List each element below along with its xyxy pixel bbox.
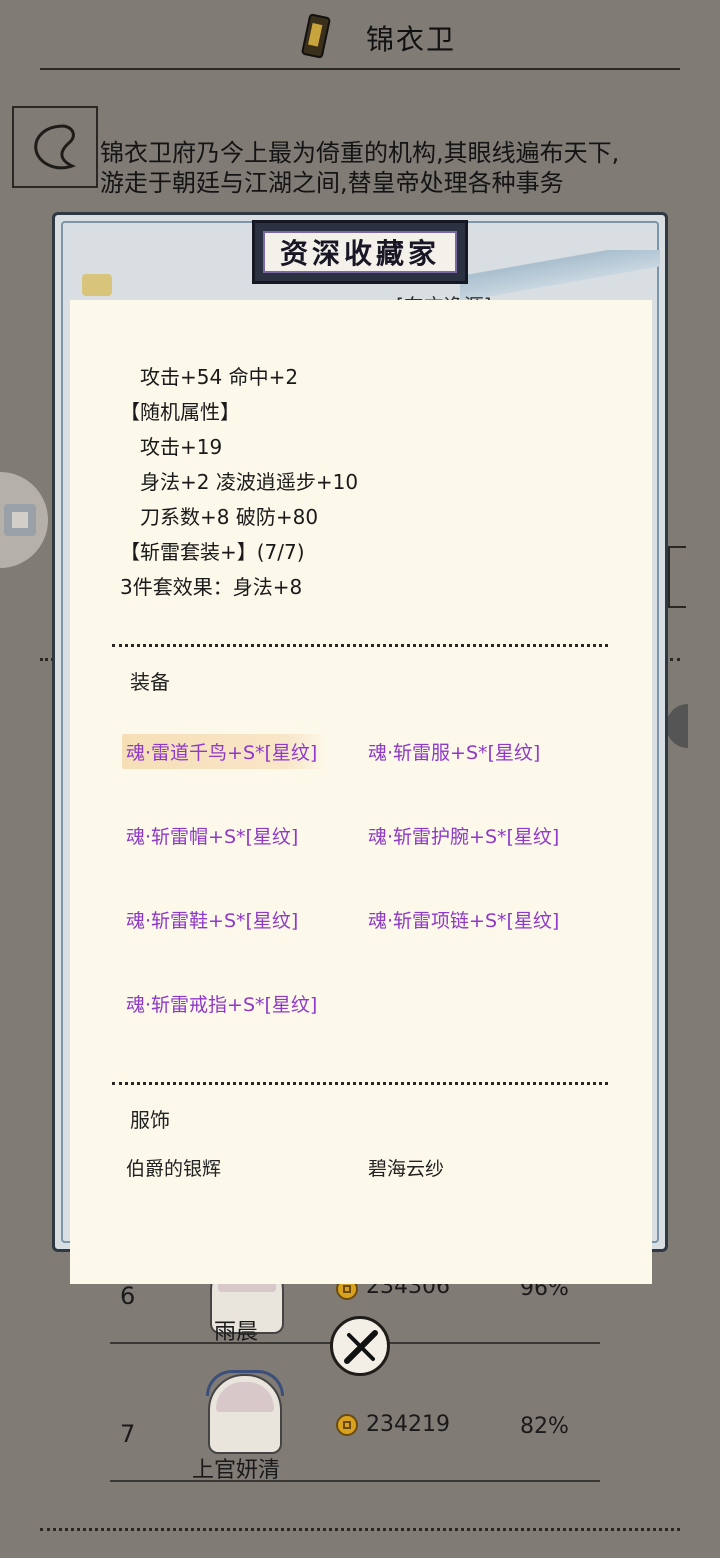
dotted-divider (112, 1082, 608, 1085)
back-button[interactable] (12, 106, 98, 188)
equipment-item[interactable]: 魂·斩雷项链+S*[星纹] (368, 906, 559, 933)
ornament-icon (82, 274, 112, 296)
equipment-item[interactable]: 魂·斩雷护腕+S*[星纹] (368, 822, 559, 849)
dotted-divider (112, 644, 608, 647)
close-icon (344, 1330, 378, 1364)
close-button[interactable] (330, 1316, 390, 1376)
page-title: 锦衣卫 (366, 23, 457, 56)
costume-label: 服饰 (130, 1108, 170, 1132)
equipment-item[interactable]: 魂·雷道千鸟+S*[星纹] (122, 734, 328, 769)
row-divider (110, 1480, 600, 1482)
right-edge-button[interactable] (666, 704, 688, 748)
badge-icon (4, 504, 36, 536)
bottom-dotted-divider (40, 1528, 680, 1531)
ranking-row[interactable]: 7 上官妍清 234219 82% (0, 1370, 720, 1510)
equipment-item[interactable]: 魂·斩雷戒指+S*[星纹] (126, 990, 317, 1017)
equipment-item[interactable]: 魂·斩雷帽+S*[星纹] (126, 822, 298, 849)
costume-item[interactable]: 碧海云纱 (368, 1154, 444, 1181)
percent-value: 82% (520, 1414, 569, 1439)
intro-text: 锦衣卫府乃今上最为倚重的机构,其眼线遍布天下,游走于朝廷与江湖之间,替皇帝处理各… (100, 139, 620, 197)
desc-line: 【随机属性】 (120, 400, 240, 424)
back-icon (34, 124, 76, 170)
desc-line: 3件套效果：身法+8 (120, 575, 303, 598)
rank-number: 6 (120, 1282, 136, 1310)
desc-line: 刀系数+8 破防+80 (140, 505, 319, 529)
avatar (206, 1370, 284, 1454)
desc-line: 【斩雷套装+】(7/7) (120, 540, 305, 564)
equipment-item[interactable]: 魂·斩雷服+S*[星纹] (368, 738, 540, 765)
right-edge-tab[interactable] (668, 546, 686, 608)
coin-icon (336, 1414, 358, 1436)
desc-line: 身法+2 凌波逍遥步+10 (140, 470, 359, 494)
item-description[interactable]: 攻击+54 命中+2 【随机属性】 攻击+19 身法+2 凌波逍遥步+10 刀系… (120, 360, 600, 598)
bg-dotted-divider (670, 658, 680, 661)
side-badge[interactable] (0, 472, 48, 568)
details-paper: 攻击+54 命中+2 【随机属性】 攻击+19 身法+2 凌波逍遥步+10 刀系… (70, 300, 652, 1284)
coin-amount: 234219 (366, 1412, 450, 1437)
rank-number: 7 (120, 1420, 136, 1448)
equipment-item[interactable]: 魂·斩雷鞋+S*[星纹] (126, 906, 298, 933)
top-bar: 锦衣卫 (0, 0, 720, 80)
popup-title: 资深收藏家 (279, 237, 440, 270)
desc-line: 攻击+19 (140, 435, 223, 459)
costume-item[interactable]: 伯爵的银辉 (126, 1154, 221, 1181)
equipment-label: 装备 (130, 670, 170, 694)
scroll-badge-icon (301, 13, 331, 59)
popup-title-plate: 资深收藏家 (252, 220, 468, 284)
desc-line: 攻击+54 命中+2 (140, 365, 299, 389)
header-divider (40, 68, 680, 70)
